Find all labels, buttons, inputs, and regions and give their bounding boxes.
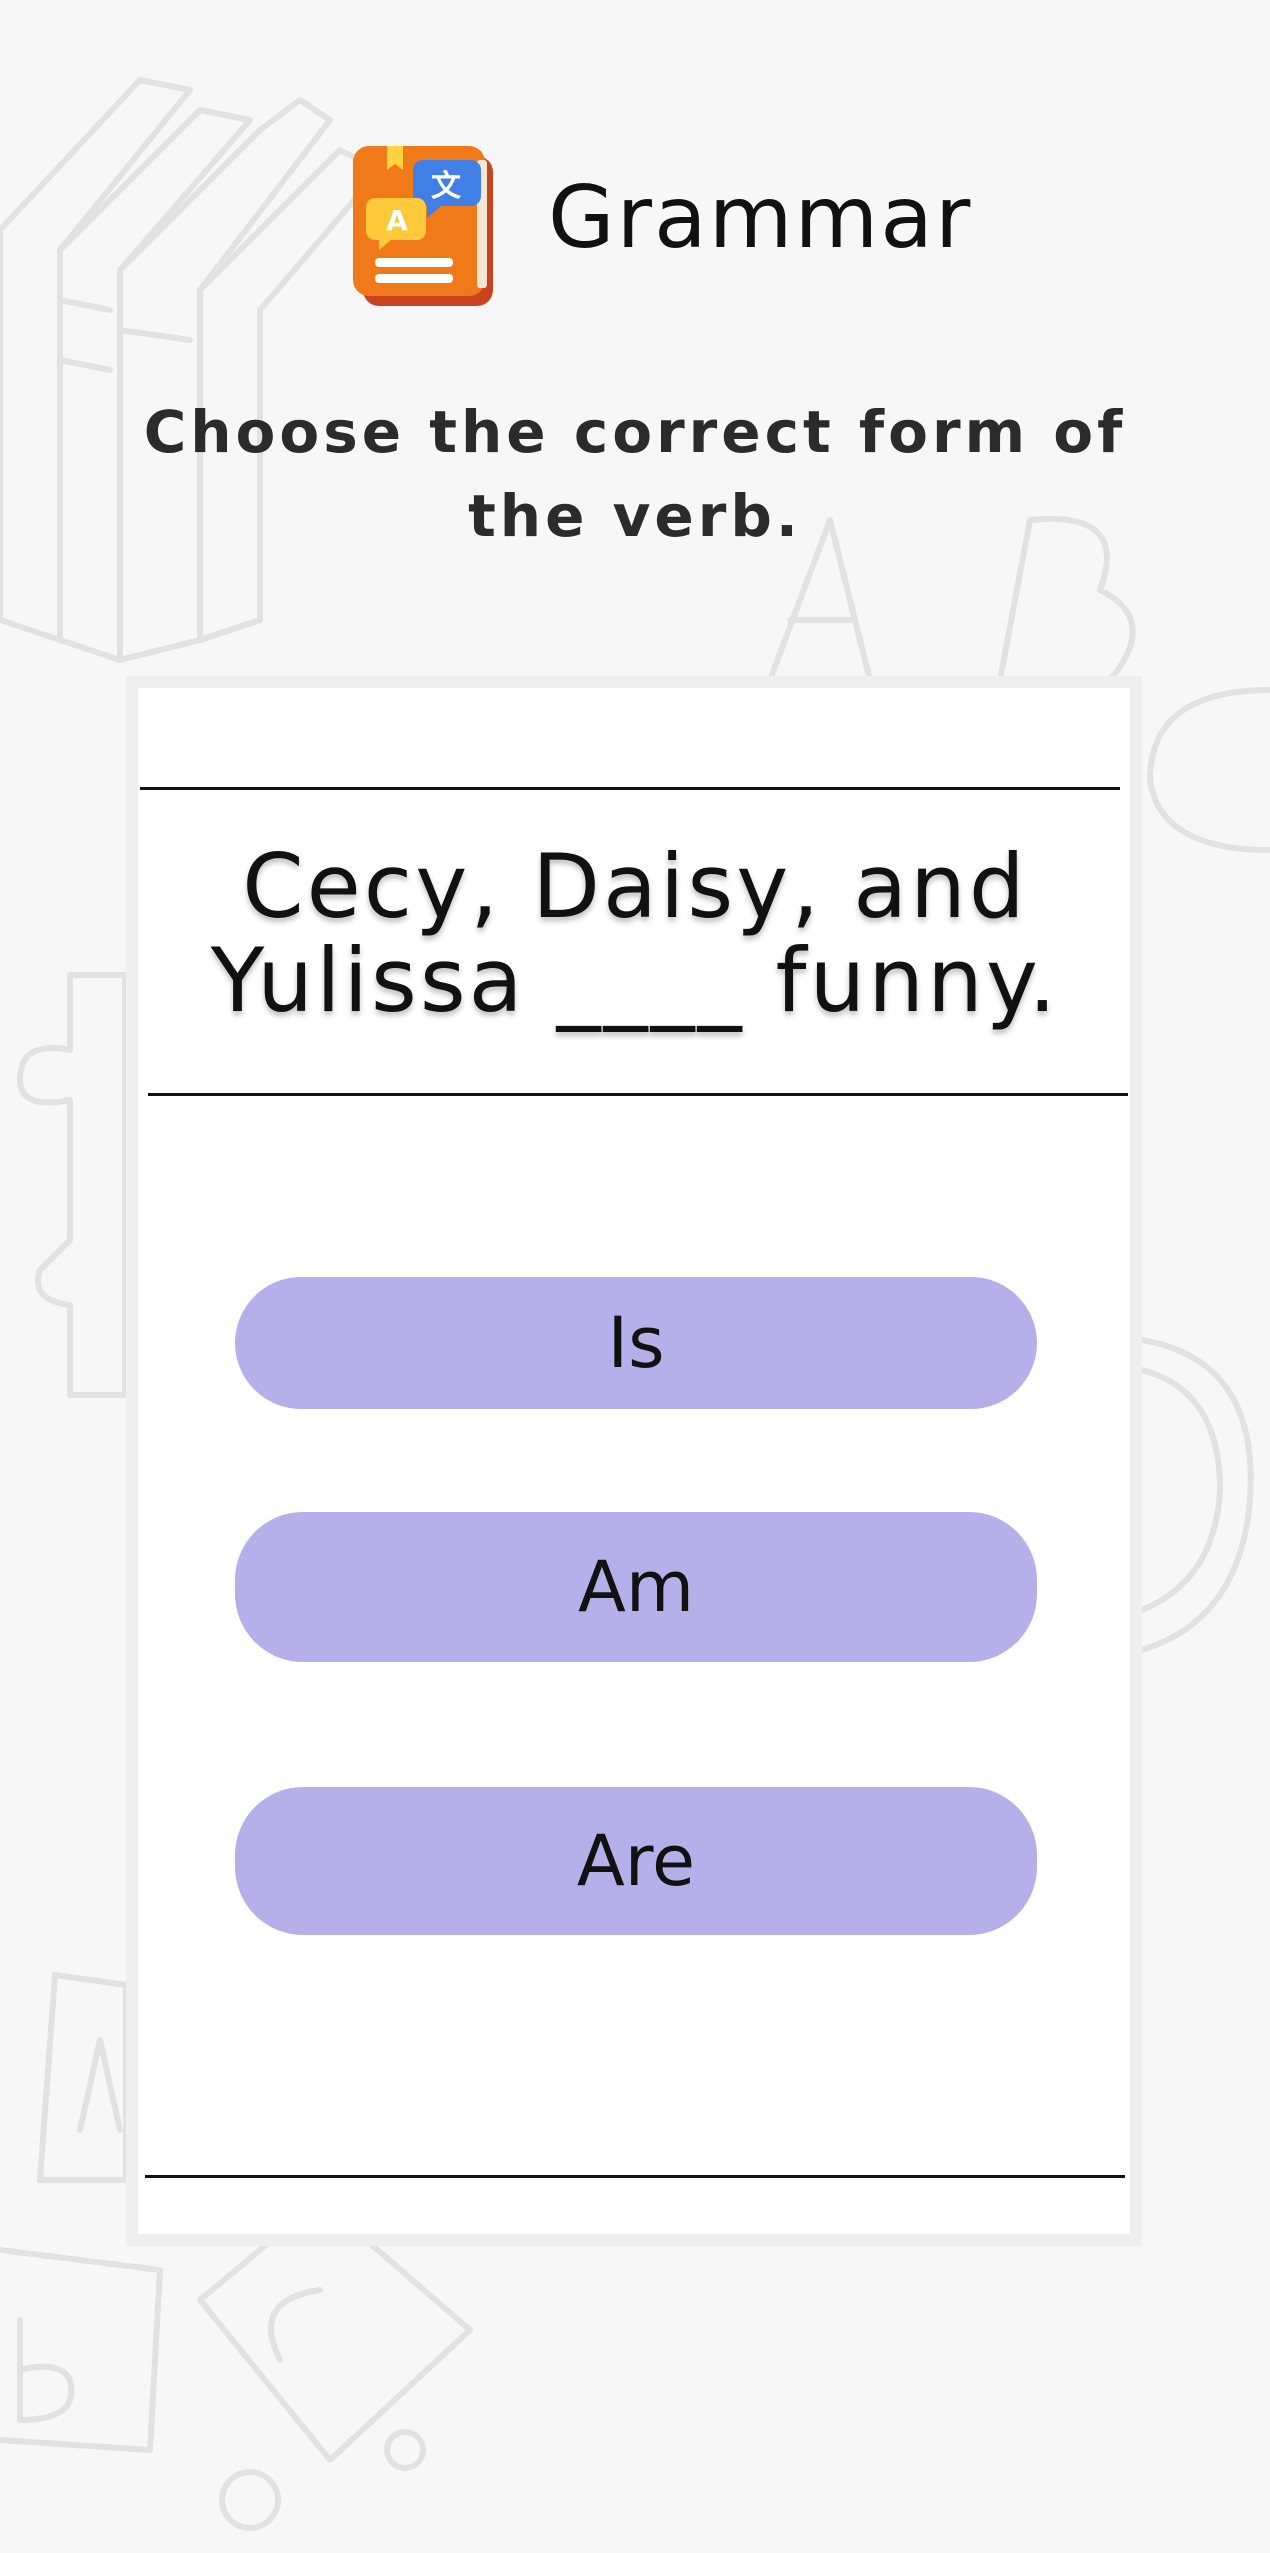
grammar-book-icon: 文 A	[353, 146, 493, 306]
divider-top	[140, 787, 1120, 790]
page-title: Grammar	[548, 168, 973, 268]
letter-c-doodle	[1147, 687, 1270, 853]
question-text: Cecy, Daisy, and Yulissa ____ funny.	[210, 835, 1060, 1032]
svg-text:文: 文	[431, 169, 461, 204]
svg-text:A: A	[386, 204, 408, 237]
circle-doodle	[1139, 1337, 1254, 1653]
divider-under-question	[148, 1093, 1128, 1096]
option-are-button[interactable]: Are	[235, 1787, 1037, 1935]
instruction-text: Choose the correct form of the verb.	[143, 398, 1127, 550]
divider-bottom	[145, 2175, 1125, 2178]
puzzle-doodle	[17, 972, 128, 1398]
header: 文 A Grammar	[0, 130, 1270, 320]
option-is-button[interactable]: Is	[235, 1277, 1037, 1409]
option-am-button[interactable]: Am	[235, 1512, 1037, 1662]
